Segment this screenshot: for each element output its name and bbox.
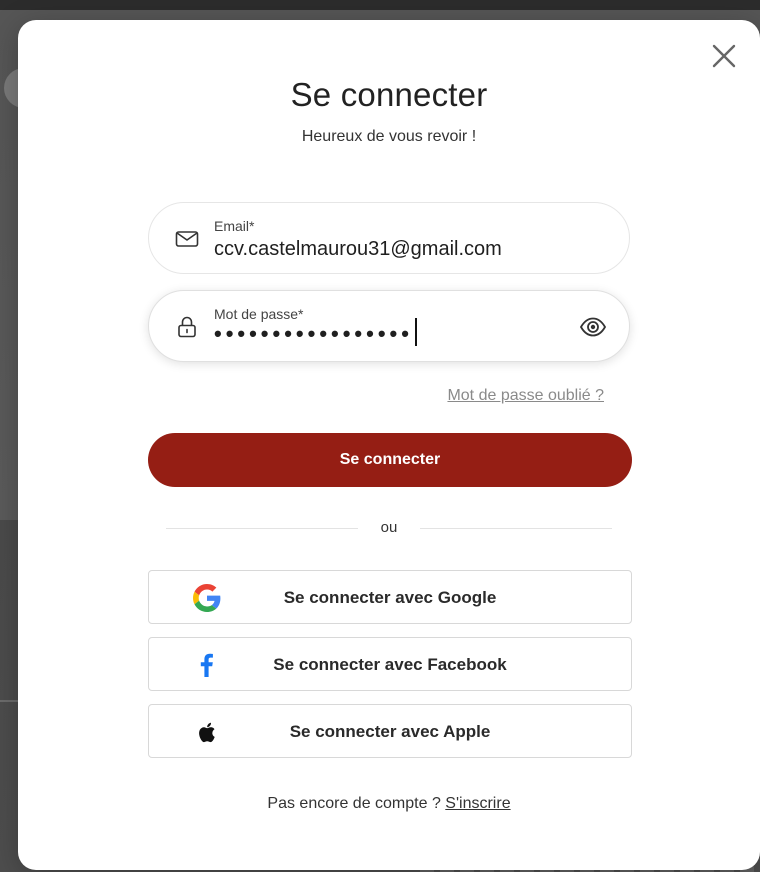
email-input[interactable]: ccv.castelmaurou31@gmail.com: [214, 238, 594, 261]
lock-icon: [178, 316, 196, 338]
password-field[interactable]: Mot de passe* •••••••••••••••••: [148, 290, 630, 362]
toggle-password-visibility-button[interactable]: [579, 314, 607, 340]
google-login-label: Se connecter avec Google: [283, 588, 497, 607]
signup-link[interactable]: S'inscrire: [445, 795, 510, 812]
background-divider: [0, 700, 20, 702]
password-input[interactable]: •••••••••••••••••: [214, 318, 594, 349]
modal-title: Se connecter: [290, 76, 488, 113]
forgot-password-link[interactable]: Mot de passe oublié ?: [447, 387, 604, 405]
text-caret: [414, 318, 417, 347]
eye-icon: [579, 317, 607, 337]
email-field[interactable]: Email* ccv.castelmaurou31@gmail.com: [148, 202, 630, 274]
apple-login-button[interactable]: Se connecter avec Apple: [148, 704, 632, 758]
google-login-button[interactable]: Se connecter avec Google: [148, 570, 632, 624]
password-masked-value: •••••••••••••••••: [214, 321, 413, 346]
email-label: Email*: [214, 218, 255, 234]
divider-line-right: [420, 528, 612, 529]
login-modal: Se connecter Heureux de vous revoir ! Em…: [18, 20, 760, 870]
close-icon: [712, 44, 736, 68]
modal-subtitle: Heureux de vous revoir !: [301, 128, 477, 145]
facebook-login-label: Se connecter avec Facebook: [273, 655, 507, 674]
close-button[interactable]: [710, 42, 738, 70]
login-submit-button[interactable]: Se connecter: [148, 433, 632, 487]
signup-prompt: Pas encore de compte ? S'inscrire: [18, 795, 760, 813]
password-label: Mot de passe*: [214, 306, 304, 322]
or-divider: ou: [166, 517, 612, 541]
signup-text: Pas encore de compte ?: [267, 795, 441, 812]
mail-icon: [175, 231, 199, 247]
apple-login-label: Se connecter avec Apple: [289, 722, 491, 741]
facebook-login-button[interactable]: Se connecter avec Facebook: [148, 637, 632, 691]
